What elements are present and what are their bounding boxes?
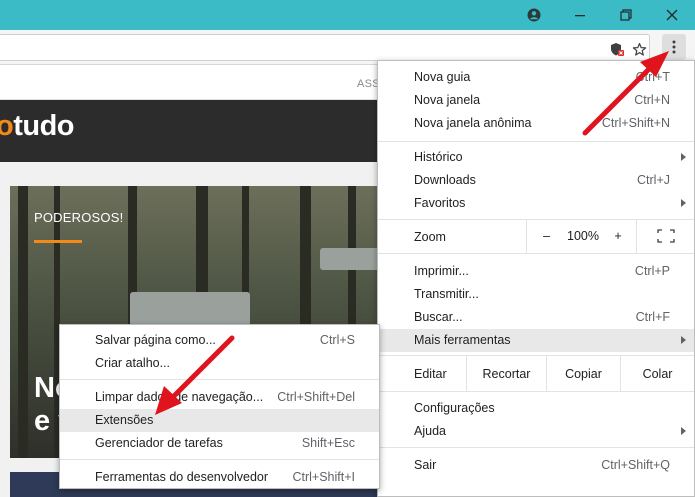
- minimize-icon[interactable]: [557, 0, 603, 30]
- submenu-item-task-manager[interactable]: Gerenciador de tarefasShift+Esc: [60, 432, 379, 455]
- restore-icon[interactable]: [603, 0, 649, 30]
- zoom-label: Zoom: [414, 230, 446, 244]
- edit-row: Editar Recortar Copiar Colar: [378, 356, 694, 391]
- menu-item-exit[interactable]: SairCtrl+Shift+Q: [378, 454, 694, 477]
- drone-image: [130, 292, 250, 326]
- edit-label: Editar: [414, 367, 447, 381]
- chevron-right-icon: [681, 336, 686, 344]
- menu-item-help[interactable]: Ajuda: [378, 420, 694, 443]
- close-icon[interactable]: [649, 0, 695, 30]
- kicker-underline: [34, 240, 82, 243]
- chevron-right-icon: [681, 427, 686, 435]
- menu-item-settings[interactable]: Configurações: [378, 397, 694, 420]
- copy-button[interactable]: Copiar: [546, 356, 620, 391]
- zoom-out-button[interactable]: –: [526, 219, 566, 253]
- menu-item-cast[interactable]: Transmitir...: [378, 283, 694, 306]
- title-bar: [0, 0, 695, 30]
- hero-kicker: PODEROSOS!: [34, 210, 123, 225]
- menu-item-print[interactable]: Imprimir...Ctrl+P: [378, 260, 694, 283]
- more-tools-submenu: Salvar página como...Ctrl+S Criar atalho…: [59, 324, 380, 489]
- chrome-main-menu: Nova guiaCtrl+T Nova janelaCtrl+N Nova j…: [377, 60, 695, 497]
- zoom-row: Zoom – 100% +: [378, 219, 694, 253]
- menu-item-incognito[interactable]: Nova janela anônimaCtrl+Shift+N: [378, 112, 694, 135]
- fullscreen-icon[interactable]: [636, 219, 694, 253]
- menu-item-new-tab[interactable]: Nova guiaCtrl+T: [378, 66, 694, 89]
- submenu-item-save-page[interactable]: Salvar página como...Ctrl+S: [60, 329, 379, 352]
- account-icon[interactable]: [511, 0, 557, 30]
- menu-divider: [60, 459, 379, 460]
- paste-button[interactable]: Colar: [620, 356, 694, 391]
- menu-item-find[interactable]: Buscar...Ctrl+F: [378, 306, 694, 329]
- zoom-in-button[interactable]: +: [600, 219, 636, 253]
- site-logo[interactable]: otudo: [0, 110, 74, 143]
- menu-item-history[interactable]: Histórico: [378, 146, 694, 169]
- cut-button[interactable]: Recortar: [466, 356, 546, 391]
- submenu-item-create-shortcut[interactable]: Criar atalho...: [60, 352, 379, 375]
- submenu-item-devtools[interactable]: Ferramentas do desenvolvedorCtrl+Shift+I: [60, 466, 379, 489]
- menu-item-more-tools[interactable]: Mais ferramentas: [378, 329, 694, 352]
- kebab-menu-icon[interactable]: [662, 34, 686, 60]
- menu-item-downloads[interactable]: DownloadsCtrl+J: [378, 169, 694, 192]
- menu-item-new-window[interactable]: Nova janelaCtrl+N: [378, 89, 694, 112]
- zoom-level: 100%: [566, 219, 600, 253]
- star-icon[interactable]: [629, 39, 649, 59]
- menu-divider: [60, 379, 379, 380]
- submenu-item-clear-data[interactable]: Limpar dados de navegação...Ctrl+Shift+D…: [60, 386, 379, 409]
- chevron-right-icon: [681, 199, 686, 207]
- menu-divider: [378, 253, 694, 254]
- chevron-right-icon: [681, 153, 686, 161]
- menu-item-bookmarks[interactable]: Favoritos: [378, 192, 694, 215]
- shield-block-icon[interactable]: [607, 39, 627, 59]
- address-bar[interactable]: [0, 34, 650, 61]
- menu-divider: [378, 447, 694, 448]
- menu-divider: [378, 141, 694, 142]
- menu-divider: [378, 391, 694, 392]
- submenu-item-extensions[interactable]: Extensões: [60, 409, 379, 432]
